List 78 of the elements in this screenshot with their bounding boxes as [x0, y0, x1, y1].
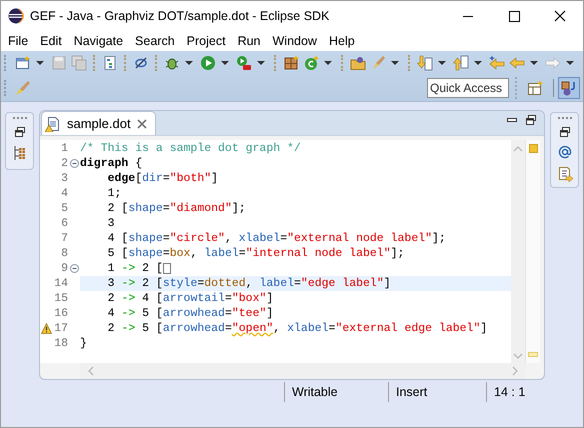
menu-item[interactable]: File	[2, 34, 34, 48]
at-sign-icon[interactable]	[558, 145, 572, 159]
line-number: 18	[53, 337, 68, 350]
code-line: 4 -> 5 [arrowhead="tee"]	[106, 306, 274, 321]
line-number: 1	[60, 142, 68, 155]
status-field: 14 : 1	[486, 382, 574, 402]
code-line: 3	[106, 216, 115, 231]
caret-icon[interactable]	[530, 61, 538, 65]
caret-icon[interactable]	[36, 61, 44, 65]
line-number: 16	[53, 307, 68, 320]
hierarchy-icon[interactable]	[12, 145, 26, 161]
quick-access-field[interactable]: Quick Access	[427, 78, 509, 98]
line-number: 7	[60, 232, 68, 245]
code-line: 1;	[106, 186, 122, 201]
menu-item[interactable]: Help	[322, 34, 361, 48]
caret-icon[interactable]	[438, 61, 446, 65]
hierarchy-icon[interactable]	[102, 55, 118, 71]
code-line: }	[80, 336, 87, 351]
status-field: Insert	[388, 382, 486, 402]
caret-icon[interactable]	[474, 61, 482, 65]
line-number: 6	[60, 217, 68, 230]
caret-icon[interactable]	[257, 61, 265, 65]
back-star-icon[interactable]	[489, 55, 505, 71]
package-icon[interactable]	[283, 55, 299, 71]
down-arrow-icon[interactable]	[417, 55, 433, 71]
code-line: 3 -> 2 [style=dotted, label="edge label"]	[106, 276, 391, 291]
open-perspective-icon	[527, 80, 543, 96]
run-icon[interactable]	[200, 55, 216, 71]
collapsed-code-icon[interactable]	[162, 263, 171, 274]
menu-item[interactable]: Edit	[34, 34, 68, 48]
status-field: Writable	[284, 382, 388, 402]
line-number: 2	[60, 157, 68, 170]
overview-marker[interactable]	[528, 352, 538, 357]
overview-marker[interactable]	[528, 144, 538, 153]
line-number: 5	[60, 202, 68, 215]
caret-icon[interactable]	[566, 61, 574, 65]
folder-icon[interactable]	[350, 55, 366, 71]
line-number: 4	[60, 187, 68, 200]
line-number: 17	[53, 322, 68, 335]
code-line: 2 -> 5 [arrowhead="open", xlabel="external edge label"]	[106, 321, 488, 336]
code-line: /* This is a sample dot graph */	[80, 141, 301, 156]
line-number: 14	[53, 277, 68, 290]
code-line: 2 [shape="diamond"];	[106, 201, 246, 216]
code-line: edge[dir="both"]	[106, 171, 218, 186]
run-tool-icon[interactable]	[236, 55, 252, 71]
class-icon[interactable]	[303, 55, 319, 71]
menu-item[interactable]: Search	[129, 34, 181, 48]
code-line: digraph {	[80, 156, 142, 171]
line-number: 9	[60, 262, 68, 275]
line-number: 15	[53, 292, 68, 305]
maximize-icon[interactable]	[525, 114, 537, 126]
caret-icon[interactable]	[221, 61, 229, 65]
fold-icon[interactable]	[70, 264, 78, 273]
code-line: 5 [shape=box, label="internal node label"];	[106, 246, 404, 261]
new-file-icon[interactable]	[15, 55, 31, 71]
java-perspective-icon	[561, 80, 577, 96]
caret-icon[interactable]	[324, 61, 332, 65]
menu-item[interactable]: Navigate	[68, 34, 130, 48]
code-line: 2 -> 4 [arrowtail="box"]	[106, 291, 274, 306]
code-line: 1 -> 2 [	[106, 261, 163, 276]
editor-tab[interactable]: sample.dot	[41, 111, 156, 135]
restore-icon[interactable]	[14, 126, 26, 138]
caret-icon[interactable]	[185, 61, 193, 65]
document-icon	[45, 116, 61, 132]
menu-item[interactable]: Project	[180, 34, 232, 48]
java-perspective-button[interactable]	[558, 77, 580, 99]
fold-icon[interactable]	[70, 159, 78, 168]
menu-item[interactable]: Window	[266, 34, 323, 48]
line-number: 3	[60, 172, 68, 185]
window-title: GEF - Java - Graphviz DOT/sample.dot - Eclipse SDK	[30, 8, 330, 22]
restore-icon[interactable]	[558, 126, 570, 138]
up-arrow-icon[interactable]	[453, 55, 469, 71]
line-number: 8	[60, 247, 68, 260]
code-line: 4 [shape="circle", xlabel="external node label"];	[106, 231, 446, 246]
caret-icon[interactable]	[391, 61, 399, 65]
menu-item[interactable]: Run	[232, 34, 266, 48]
tab-label: sample.dot	[67, 116, 131, 131]
eclipse-logo-icon	[8, 8, 24, 24]
